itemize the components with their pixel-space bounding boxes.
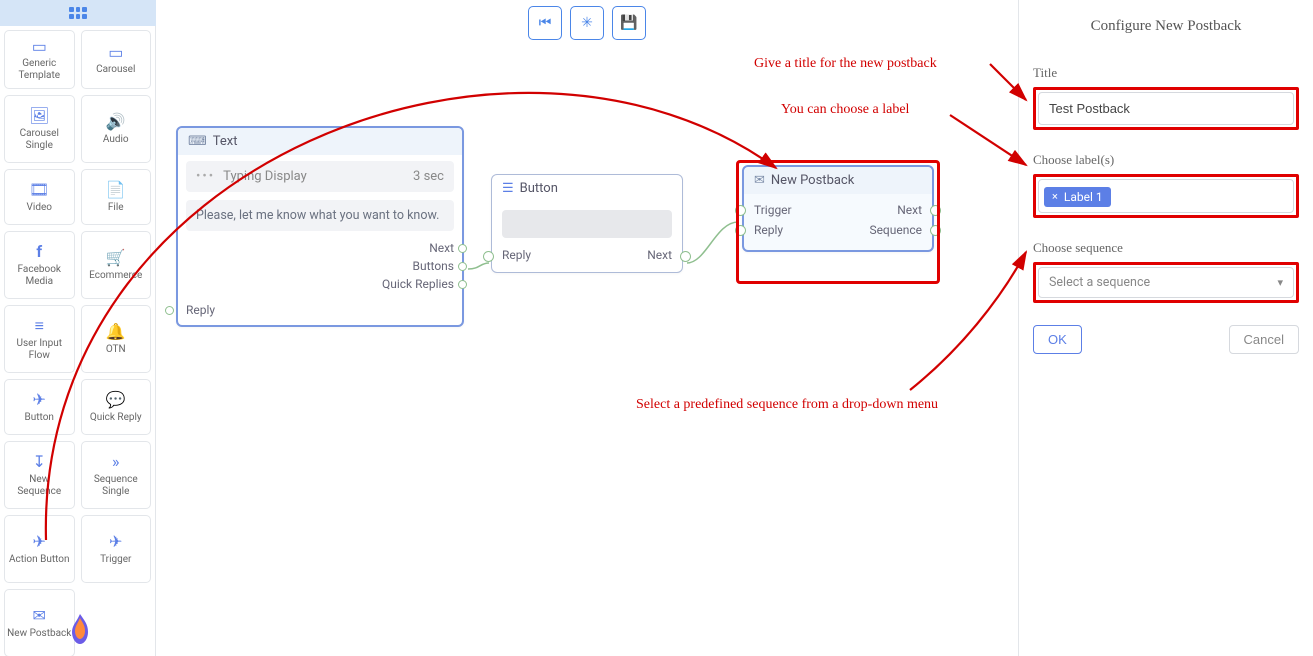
envelope-icon: ✉: [33, 607, 46, 625]
sidebar-item-carousel-single[interactable]: 🖼Carousel Single: [4, 95, 75, 163]
sequence-label: Choose sequence: [1033, 240, 1299, 256]
chip-remove-icon[interactable]: ×: [1052, 190, 1058, 203]
sequence-icon: ↧: [33, 453, 46, 471]
label-chip[interactable]: × Label 1: [1044, 187, 1111, 207]
rewind-button[interactable]: ⏮: [528, 6, 562, 40]
text-node[interactable]: ⌨ Text ••• Typing Display 3 sec Please, …: [176, 126, 464, 327]
button-port-reply[interactable]: Reply: [502, 248, 531, 262]
sidebar-item-carousel[interactable]: ▭Carousel: [81, 30, 152, 89]
file-icon: 📄: [106, 181, 126, 199]
port-next[interactable]: Next: [178, 239, 454, 257]
flow-icon: ≡: [35, 317, 44, 335]
flow-canvas[interactable]: ⏮ ✳ 💾 ⌨ Text ••• Typing Display 3 sec Pl…: [156, 0, 1018, 656]
sidebar-item-facebook-media[interactable]: fFacebook Media: [4, 231, 75, 299]
image-icon: 🖼: [29, 107, 49, 125]
sidebar-item-button[interactable]: ✈Button: [4, 379, 75, 435]
chevron-down-icon: ▾: [1277, 276, 1283, 289]
sidebar-item-new-postback[interactable]: ✉New Postback: [4, 589, 75, 656]
pb-port-reply[interactable]: Reply: [754, 223, 783, 237]
sidebar-item-file[interactable]: 📄File: [81, 169, 152, 225]
sidebar-item-otn[interactable]: 🔔OTN: [81, 305, 152, 373]
center-button[interactable]: ✳: [570, 6, 604, 40]
edges: [156, 0, 1018, 656]
text-node-title: Text: [213, 134, 238, 149]
center-icon: ✳: [581, 15, 593, 31]
typing-display-row[interactable]: ••• Typing Display 3 sec: [186, 161, 454, 192]
button-port-next[interactable]: Next: [647, 248, 672, 262]
button-placeholder[interactable]: [502, 210, 672, 238]
ok-button[interactable]: OK: [1033, 325, 1082, 354]
button-node-title: Button: [520, 181, 558, 196]
text-node-header: ⌨ Text: [178, 128, 462, 155]
text-icon: ⌨: [188, 134, 207, 149]
sidebar-item-new-sequence[interactable]: ↧New Sequence: [4, 441, 75, 509]
labels-label: Choose label(s): [1033, 152, 1299, 168]
port-quick-replies[interactable]: Quick Replies: [178, 275, 454, 293]
sequence-placeholder: Select a sequence: [1049, 275, 1150, 290]
port-buttons[interactable]: Buttons: [178, 257, 454, 275]
plane-icon: ✈: [109, 533, 122, 551]
sidebar-item-quick-reply[interactable]: 💬Quick Reply: [81, 379, 152, 435]
facebook-icon: f: [36, 243, 42, 261]
apps-icon[interactable]: [69, 7, 87, 19]
carousel-icon: ▭: [108, 43, 123, 61]
cancel-button[interactable]: Cancel: [1229, 325, 1299, 354]
sidebar-item-sequence-single[interactable]: »Sequence Single: [81, 441, 152, 509]
annotation-sequence: Select a predefined sequence from a drop…: [636, 397, 938, 413]
button-node-header: ☰ Button: [492, 175, 682, 202]
typing-time: 3 sec: [413, 169, 444, 184]
postback-node-header: ✉ New Postback: [744, 167, 932, 194]
top-icon-bar: [0, 0, 156, 26]
text-node-content[interactable]: Please, let me know what you want to kno…: [186, 200, 454, 231]
pb-port-trigger[interactable]: Trigger: [754, 203, 792, 217]
sidebar-item-video[interactable]: 🎞Video: [4, 169, 75, 225]
dots-icon: •••: [196, 169, 215, 184]
chip-text: Label 1: [1064, 190, 1103, 204]
video-icon: 🎞: [29, 181, 49, 199]
sidebar-item-generic-template[interactable]: ▭Generic Template: [4, 30, 75, 89]
button-node[interactable]: ☰ Button Reply Next: [491, 174, 683, 273]
title-label: Title: [1033, 65, 1299, 81]
envelope-icon: ✉: [754, 173, 765, 188]
annotation-arrows: [156, 0, 1018, 656]
title-input[interactable]: [1038, 92, 1294, 125]
chat-icon: 💬: [106, 391, 126, 409]
annotation-label: You can choose a label: [781, 102, 909, 118]
sidebar-item-action-button[interactable]: ✈Action Button: [4, 515, 75, 583]
sidebar-item-trigger[interactable]: ✈Trigger: [81, 515, 152, 583]
audio-icon: 🔊: [106, 113, 126, 131]
send-icon: ✈: [33, 391, 46, 409]
app-logo-icon: [66, 612, 94, 646]
config-panel: Configure New Postback Title Choose labe…: [1018, 0, 1313, 656]
send-icon: ✈: [33, 533, 46, 551]
cart-icon: 🛒: [106, 249, 126, 267]
rewind-icon: ⏮: [539, 15, 552, 31]
chevrons-icon: »: [112, 453, 120, 471]
port-reply-in[interactable]: Reply: [178, 301, 462, 325]
labels-input[interactable]: × Label 1: [1038, 179, 1294, 213]
sequence-select[interactable]: Select a sequence ▾: [1038, 267, 1294, 298]
save-icon: 💾: [620, 15, 637, 31]
postback-node-title: New Postback: [771, 173, 854, 188]
template-icon: ▭: [32, 37, 47, 55]
annotation-title: Give a title for the new postback: [754, 56, 937, 72]
canvas-toolbar: ⏮ ✳ 💾: [528, 6, 646, 40]
postback-node[interactable]: ✉ New Postback Trigger Next Reply Sequen…: [742, 165, 934, 252]
typing-label: Typing Display: [223, 169, 307, 184]
sidebar: ▭Generic Template ▭Carousel 🖼Carousel Si…: [0, 26, 156, 656]
sidebar-item-user-input-flow[interactable]: ≡User Input Flow: [4, 305, 75, 373]
list-icon: ☰: [502, 181, 514, 196]
pb-port-next[interactable]: Next: [897, 203, 922, 217]
sidebar-item-audio[interactable]: 🔊Audio: [81, 95, 152, 163]
save-button[interactable]: 💾: [612, 6, 646, 40]
sidebar-item-ecommerce[interactable]: 🛒Ecommerce: [81, 231, 152, 299]
pb-port-sequence[interactable]: Sequence: [869, 223, 922, 237]
bell-icon: 🔔: [106, 323, 126, 341]
panel-heading: Configure New Postback: [1033, 18, 1299, 35]
